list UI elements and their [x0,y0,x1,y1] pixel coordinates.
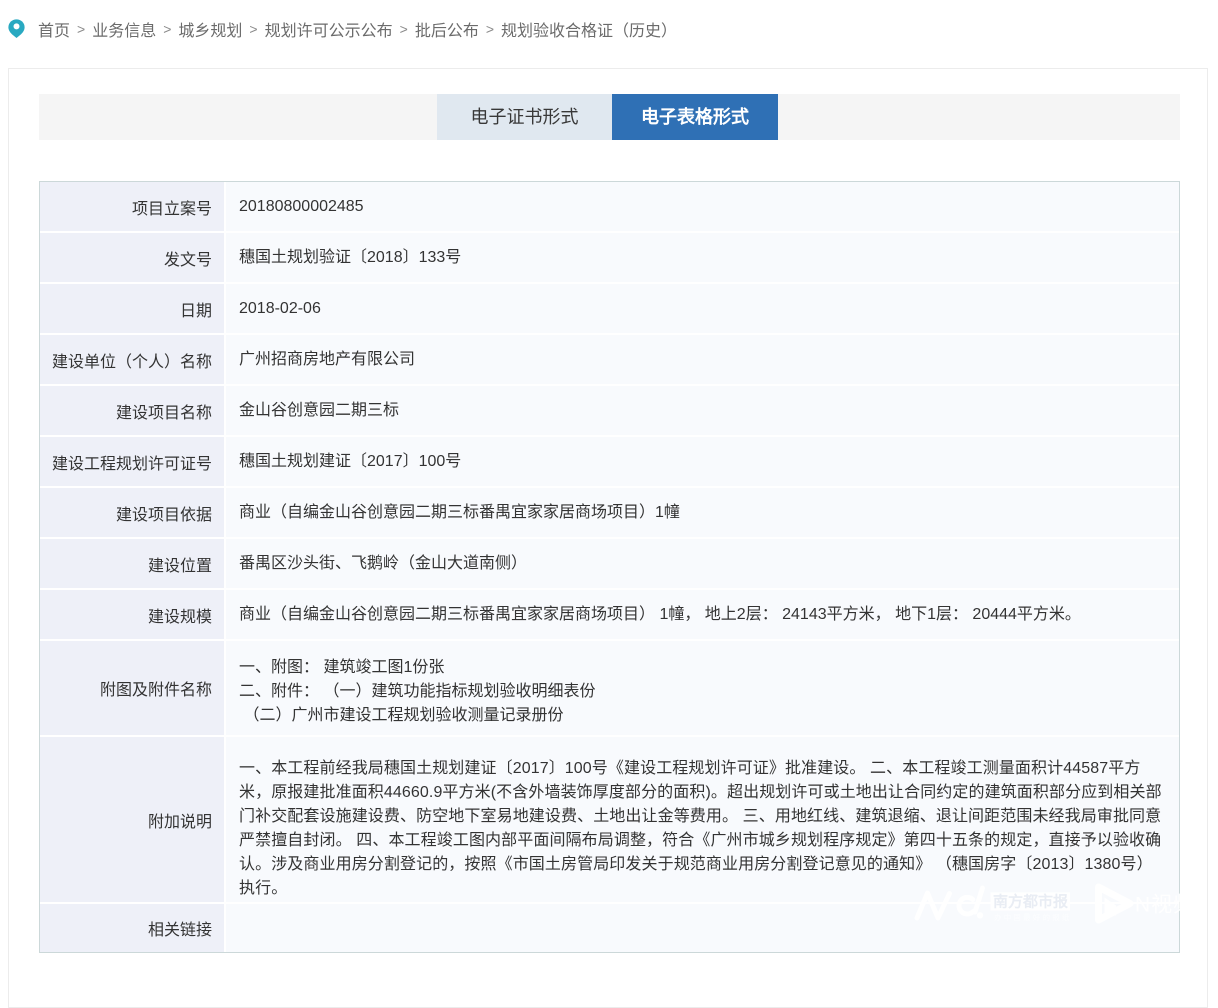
row-value: 穗国土规划验证〔2018〕133号 [226,233,1179,282]
row-label-text: 建设单位（个人）名称 [52,348,212,372]
row-label-text: 建设项目名称 [116,399,212,423]
row-label-text: 建设项目依据 [116,501,212,525]
pin-dot [14,23,20,29]
table-row: 建设项目名称 金山谷创意园二期三标 [40,386,1179,437]
row-value: 一、本工程前经我局穗国土规划建证〔2017〕100号《建设工程规划许可证》批准建… [226,737,1179,902]
row-label: 附加说明 [40,737,226,902]
breadcrumb-separator: > [77,21,85,37]
row-label-text: 建设工程规划许可证号 [52,450,212,474]
row-label: 建设单位（个人）名称 [40,335,226,384]
tab-electronic-certificate[interactable]: 电子证书形式 [437,94,612,140]
tab-electronic-table[interactable]: 电子表格形式 [612,94,778,140]
row-label-text: 日期 [180,297,212,321]
row-label-text: 附加说明 [148,808,212,832]
breadcrumb-item-5: 规划验收合格证（历史） [501,17,677,41]
content-card: 电子证书形式 电子表格形式 项目立案号20180800002485发文号穗国土规… [8,68,1208,1008]
row-label-text: 建设规模 [148,603,212,627]
table-row: 建设工程规划许可证号 穗国土规划建证〔2017〕100号 [40,437,1179,488]
breadcrumb-items: 首页 > 业务信息 > 城乡规划 > 规划许可公示公布 > 批后公布 > 规划验收合格证（历史） [38,17,677,41]
row-label: 发文号 [40,233,226,282]
breadcrumb-item-2[interactable]: 城乡规划 [178,17,242,41]
breadcrumb-item-3[interactable]: 规划许可公示公布 [265,17,393,41]
row-label: 建设项目依据 [40,488,226,537]
table-row: 建设项目依据 商业（自编金山谷创意园二期三标番禺宜家家居商场项目）1幢 [40,488,1179,539]
row-value-text: 一、附图： 建筑竣工图1份张 二、附件： （一）建筑功能指标规划验收明细表份 （… [239,656,595,728]
table-row: 项目立案号 20180800002485 [40,182,1179,233]
row-label-text: 项目立案号 [132,195,212,219]
location-pin-icon [8,19,25,38]
row-value: 2018-02-06 [226,284,1179,333]
row-value-text: 穗国土规划建证〔2017〕100号 [239,450,461,474]
breadcrumb-separator: > [163,21,171,37]
breadcrumb-separator: > [249,21,257,37]
row-value-text: 商业（自编金山谷创意园二期三标番禺宜家家居商场项目）1幢 [239,501,680,525]
tab-strip: 电子证书形式 电子表格形式 [39,94,1180,140]
row-label: 建设项目名称 [40,386,226,435]
table-row: 附加说明 一、本工程前经我局穗国土规划建证〔2017〕100号《建设工程规划许可证… [40,737,1179,904]
row-label: 项目立案号 [40,182,226,231]
row-label: 建设规模 [40,590,226,639]
row-label: 附图及附件名称 [40,641,226,735]
row-value-text: 2018-02-06 [239,297,321,321]
row-label: 日期 [40,284,226,333]
breadcrumb-item-4[interactable]: 批后公布 [415,17,479,41]
row-value: 穗国土规划建证〔2017〕100号 [226,437,1179,486]
breadcrumb-separator: > [400,21,408,37]
row-value: 番禺区沙头街、飞鹅岭（金山大道南侧） [226,539,1179,588]
row-value: 一、附图： 建筑竣工图1份张 二、附件： （一）建筑功能指标规划验收明细表份 （… [226,641,1179,735]
table-row: 建设位置 番禺区沙头街、飞鹅岭（金山大道南侧） [40,539,1179,590]
table-row: 相关链接 [40,904,1179,952]
table-row: 建设规模 商业（自编金山谷创意园二期三标番禺宜家家居商场项目） 1幢， 地上2层：… [40,590,1179,641]
page: { "accent_colors": { "active_tab_bg": "#… [0,0,1218,963]
row-label: 建设位置 [40,539,226,588]
row-value-text: 商业（自编金山谷创意园二期三标番禺宜家家居商场项目） 1幢， 地上2层： 241… [239,603,1081,627]
row-value: 20180800002485 [226,182,1179,231]
row-value: 商业（自编金山谷创意园二期三标番禺宜家家居商场项目） 1幢， 地上2层： 241… [226,590,1179,639]
table-row: 附图及附件名称 一、附图： 建筑竣工图1份张 二、附件： （一）建筑功能指标规划验… [40,641,1179,737]
row-value: 金山谷创意园二期三标 [226,386,1179,435]
row-label-text: 建设位置 [148,552,212,576]
row-label: 相关链接 [40,904,226,952]
row-label-text: 相关链接 [148,916,212,940]
row-label-text: 附图及附件名称 [100,676,212,700]
row-label: 建设工程规划许可证号 [40,437,226,486]
row-value-text: 金山谷创意园二期三标 [239,399,399,423]
row-label-text: 发文号 [164,246,212,270]
row-value-text: 穗国土规划验证〔2018〕133号 [239,246,461,270]
row-value [226,904,1179,952]
table-row: 建设单位（个人）名称 广州招商房地产有限公司 [40,335,1179,386]
breadcrumb-separator: > [486,21,494,37]
breadcrumb-item-0[interactable]: 首页 [38,17,70,41]
row-value-text: 广州招商房地产有限公司 [239,348,415,372]
row-value-text: 番禺区沙头街、飞鹅岭（金山大道南侧） [239,552,527,576]
table-row: 发文号 穗国土规划验证〔2018〕133号 [40,233,1179,284]
row-value-text: 一、本工程前经我局穗国土规划建证〔2017〕100号《建设工程规划许可证》批准建… [239,757,1162,901]
table-row: 日期 2018-02-06 [40,284,1179,335]
row-value: 广州招商房地产有限公司 [226,335,1179,384]
row-value-text: 20180800002485 [239,195,364,219]
info-table: 项目立案号 20180800002485 发文号 穗国土规划验证〔2018〕133号日… [39,181,1180,953]
breadcrumb-item-1[interactable]: 业务信息 [92,17,156,41]
row-value: 商业（自编金山谷创意园二期三标番禺宜家家居商场项目）1幢 [226,488,1179,537]
breadcrumb: 首页 > 业务信息 > 城乡规划 > 规划许可公示公布 > 批后公布 > 规划验收合格证（历史） [8,19,677,39]
